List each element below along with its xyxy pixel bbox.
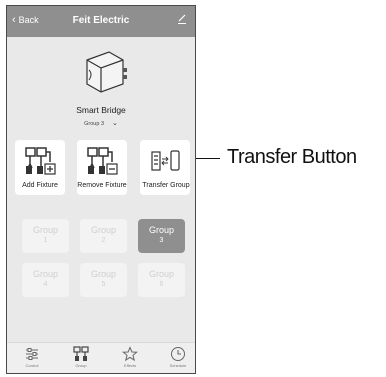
group-dropdown-value: Group 3	[84, 121, 104, 127]
callout-label: Transfer Button	[227, 146, 357, 168]
tab-label: Control	[25, 363, 39, 368]
star-icon	[122, 346, 138, 362]
group-tile-3[interactable]: Group 3	[138, 219, 185, 253]
tab-group[interactable]: Group	[66, 346, 96, 368]
group-tile-6[interactable]: Group 6	[138, 263, 185, 297]
add-fixture-label: Add Fixture	[22, 182, 58, 189]
tab-label: Group	[75, 363, 87, 368]
group-dropdown[interactable]: Group 3 ⌄	[7, 119, 195, 127]
transfer-group-label: Transfer Group	[142, 182, 190, 189]
group-tile-4[interactable]: Group 4	[22, 263, 69, 297]
top-bar: ‹ Back Feit Electric	[7, 6, 195, 37]
group-tile-name: Group	[90, 225, 116, 235]
tab-control[interactable]: Control	[17, 346, 47, 368]
tab-schedule[interactable]: Schedule	[163, 346, 193, 368]
group-tile-number: 1	[43, 237, 48, 244]
group-tile-number: 4	[43, 281, 48, 288]
phone-screen: ‹ Back Feit Electric Smart Bridge Group …	[6, 5, 196, 374]
device-name: Smart Bridge	[76, 105, 126, 115]
group-tile-number: 3	[159, 237, 164, 244]
group-tile-name: Group	[148, 225, 174, 235]
chevron-down-icon: ⌄	[112, 120, 118, 127]
transfer-group-icon	[151, 150, 180, 171]
group-tile-name: Group	[90, 269, 116, 279]
bottom-tab-bar: Control Group Effects Schedule	[7, 342, 195, 373]
remove-fixture-icon	[87, 147, 118, 175]
group-tile-name: Group	[148, 269, 174, 279]
clock-icon	[171, 347, 185, 361]
group-tile-number: 5	[101, 281, 106, 288]
group-tile-name: Group	[32, 269, 58, 279]
add-fixture-icon	[25, 147, 56, 175]
tab-label: Schedule	[169, 363, 187, 368]
group-tile-number: 6	[159, 281, 164, 288]
group-tile-5[interactable]: Group 5	[80, 263, 127, 297]
callout-line	[196, 158, 220, 159]
tab-label: Effects	[123, 363, 137, 368]
app-title: Feit Electric	[72, 15, 130, 26]
sliders-icon	[26, 348, 38, 360]
remove-fixture-label: Remove Fixture	[77, 182, 127, 189]
group-tile-1[interactable]: Group 1	[22, 219, 69, 253]
group-tile-number: 2	[101, 237, 106, 244]
group-tile-2[interactable]: Group 2	[80, 219, 127, 253]
group-tile-name: Group	[32, 225, 58, 235]
edit-icon[interactable]	[176, 13, 188, 25]
smart-bridge-image	[86, 51, 127, 93]
tab-effects[interactable]: Effects	[115, 346, 145, 368]
group-icon	[73, 346, 89, 361]
